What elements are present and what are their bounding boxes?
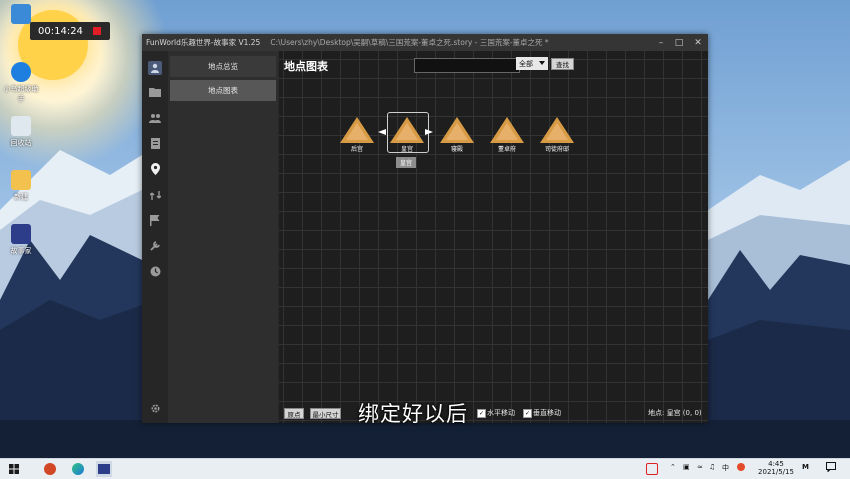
side-item-location-overview[interactable]: 地点总览 — [170, 56, 276, 77]
volume-icon[interactable]: ♫ — [709, 463, 715, 471]
ime-app-icon[interactable] — [737, 463, 745, 473]
location-chart-canvas[interactable]: 地点图表 全部 查找 后宫 皇宫 寝殿 董卓府 司徒府邸 皇宫 原点 最小尺寸 … — [279, 51, 708, 423]
desktop-icon-recycle-bin[interactable]: 回收站 — [1, 116, 41, 148]
desktop-icon-storyteller[interactable]: 故事家 — [1, 224, 41, 256]
location-pin-icon[interactable] — [148, 162, 162, 176]
location-node[interactable]: 董卓府 — [482, 117, 532, 153]
powerpoint-icon[interactable] — [42, 461, 58, 477]
clock[interactable]: 4:45 2021/5/15 — [758, 460, 794, 476]
app-title: FunWorld乐趣世界-故事家 V1.25 — [146, 38, 261, 47]
location-marker-icon — [440, 117, 474, 143]
notification-icon[interactable] — [826, 462, 836, 474]
recorder-time: 00:14:24 — [38, 25, 83, 37]
computer-icon — [11, 4, 31, 24]
storyteller-app-icon[interactable] — [96, 461, 112, 477]
network-icon[interactable]: ▣ — [683, 463, 690, 471]
video-subtitle: 绑定好以后 — [358, 402, 468, 426]
wifi-icon[interactable]: ≈ — [697, 463, 703, 471]
location-marker-icon — [340, 117, 374, 143]
route-icon[interactable] — [148, 188, 162, 202]
document-icon[interactable] — [148, 136, 162, 150]
tools-icon[interactable] — [148, 238, 162, 252]
side-item-location-chart[interactable]: 地点图表 — [170, 80, 276, 101]
storyteller-app-icon — [11, 224, 31, 244]
reset-origin-button[interactable]: 原点 — [284, 408, 304, 419]
location-marker-icon — [490, 117, 524, 143]
stop-record-icon[interactable] — [93, 27, 101, 35]
taskbar: ⌃ ▣ ≈ ♫ 中 4:45 2021/5/15 M — [0, 458, 850, 479]
horizontal-move-label: 水平移动 — [487, 409, 515, 417]
clock-icon[interactable] — [148, 264, 162, 278]
vertical-move-checkbox[interactable]: ✓ — [523, 409, 532, 418]
group-icon[interactable] — [148, 111, 162, 125]
flag-icon[interactable] — [148, 213, 162, 227]
filter-select[interactable]: 全部 — [516, 57, 548, 70]
folder-icon — [11, 170, 31, 190]
title-bar[interactable]: FunWorld乐趣世界-故事家 V1.25 C:\Users\zhy\Desk… — [142, 34, 708, 51]
desktop-icon-folder[interactable]: 新建 — [1, 170, 41, 202]
search-input[interactable] — [414, 58, 520, 73]
resize-right-arrow-icon[interactable] — [425, 129, 433, 135]
location-marker-icon — [540, 117, 574, 143]
status-text: 地点: 皇宫 (0, 0) — [648, 409, 702, 417]
app-window: FunWorld乐趣世界-故事家 V1.25 C:\Users\zhy\Desk… — [142, 34, 708, 423]
resize-left-arrow-icon[interactable] — [378, 129, 386, 135]
folder-icon[interactable] — [148, 85, 162, 99]
person-icon[interactable] — [148, 61, 162, 75]
windows-start-icon[interactable] — [6, 461, 22, 477]
desktop-icon-helper[interactable]: 小鸟超级助手 — [1, 62, 41, 104]
minimize-icon[interactable]: – — [652, 34, 670, 51]
recycle-bin-icon — [11, 116, 31, 136]
widget-icon[interactable]: M — [802, 463, 809, 471]
horizontal-move-checkbox[interactable]: ✓ — [477, 409, 486, 418]
location-node[interactable]: 后宫 — [332, 117, 382, 153]
software-icon — [11, 62, 31, 82]
page-title: 地点图表 — [284, 60, 328, 73]
tooltip: 皇宫 — [396, 157, 416, 168]
location-node[interactable]: 司徒府邸 — [532, 117, 582, 153]
tray-app-icon[interactable] — [644, 461, 660, 477]
file-path: C:\Users\zhy\Desktop\吴嗣\草稿\三国荒案-董卓之死.sto… — [270, 38, 549, 47]
clock-date: 2021/5/15 — [758, 468, 794, 476]
clock-time: 4:45 — [768, 460, 784, 468]
screen-recorder: 00:14:24 — [30, 22, 110, 40]
chevron-down-icon — [539, 61, 545, 65]
settings-icon[interactable] — [148, 401, 162, 415]
tray-expand-icon[interactable]: ⌃ — [670, 463, 676, 471]
input-method[interactable]: 中 — [722, 463, 729, 473]
nav-icon-bar — [142, 51, 168, 423]
vertical-move-label: 垂直移动 — [533, 409, 561, 417]
edge-icon[interactable] — [70, 461, 86, 477]
close-icon[interactable]: ✕ — [689, 34, 707, 51]
side-panel: 地点总览 地点图表 — [168, 51, 278, 423]
selection-box — [387, 112, 429, 153]
location-node[interactable]: 寝殿 — [432, 117, 482, 153]
min-size-button[interactable]: 最小尺寸 — [310, 408, 341, 419]
find-button[interactable]: 查找 — [551, 58, 574, 70]
maximize-icon[interactable]: □ — [670, 34, 688, 51]
